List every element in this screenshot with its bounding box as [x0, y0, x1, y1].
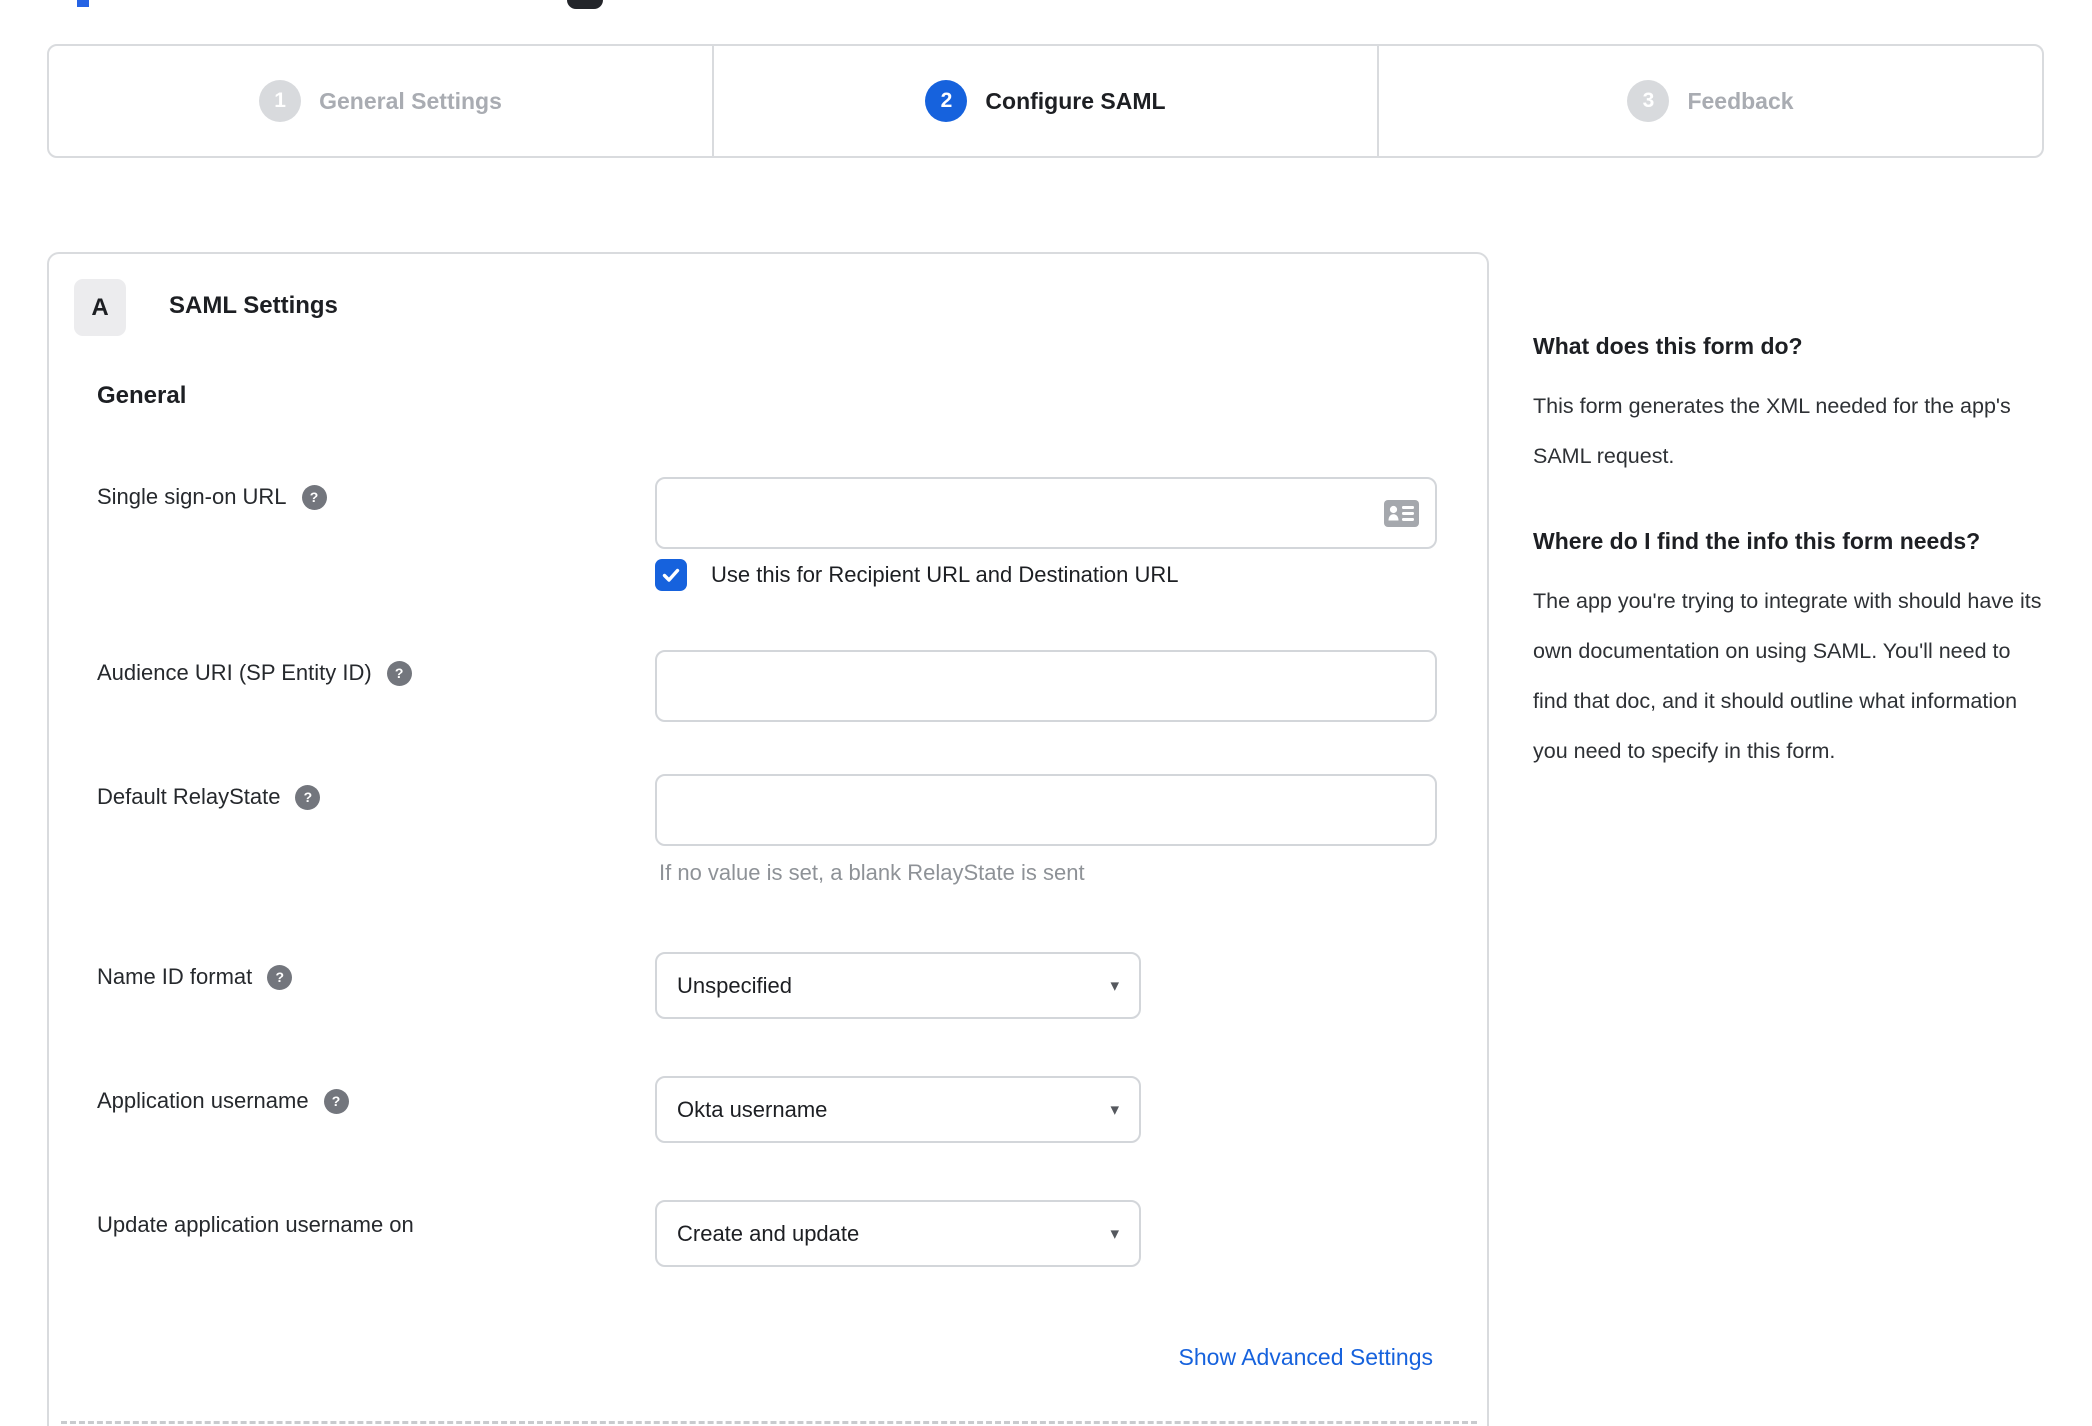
- update-username-label: Update application username on: [97, 1212, 414, 1237]
- sidebar-question-1: What does this form do?: [1533, 333, 1803, 359]
- name-id-format-label-row: Name ID format ?: [97, 964, 293, 990]
- saml-settings-panel: A SAML Settings General Single sign-on U…: [47, 252, 1489, 1426]
- audience-uri-label-row: Audience URI (SP Entity ID) ?: [97, 660, 412, 686]
- panel-title: SAML Settings: [169, 292, 338, 319]
- help-sidebar: What does this form do? This form genera…: [1533, 328, 2049, 776]
- step-number-badge: 1: [259, 80, 302, 122]
- help-icon[interactable]: ?: [267, 964, 293, 990]
- app-username-label: Application username: [97, 1088, 309, 1113]
- relaystate-label: Default RelayState: [97, 784, 281, 809]
- sso-url-input[interactable]: [655, 477, 1437, 549]
- cropped-header-fragment: [567, 0, 603, 9]
- step-number-badge: 2: [925, 80, 968, 122]
- step-general-settings[interactable]: 1 General Settings: [49, 46, 712, 156]
- contact-card-icon: [1384, 500, 1419, 527]
- step-feedback[interactable]: 3 Feedback: [1377, 46, 2042, 156]
- app-username-value: Okta username: [677, 1096, 828, 1122]
- step-label: Configure SAML: [985, 87, 1166, 114]
- update-username-select[interactable]: Create and update ▾: [655, 1200, 1141, 1267]
- audience-uri-input[interactable]: [655, 650, 1437, 722]
- section-divider: [61, 1421, 1477, 1424]
- checkmark-icon: [662, 568, 680, 582]
- recipient-destination-checkbox[interactable]: [655, 559, 687, 591]
- name-id-format-value: Unspecified: [677, 972, 792, 998]
- cropped-logo-fragment: [77, 0, 89, 7]
- sso-checkbox-row: Use this for Recipient URL and Destinati…: [655, 559, 1179, 591]
- relaystate-label-row: Default RelayState ?: [97, 784, 321, 810]
- step-configure-saml[interactable]: 2 Configure SAML: [712, 46, 1377, 156]
- help-icon[interactable]: ?: [323, 1088, 349, 1114]
- chevron-down-icon: ▾: [1110, 1099, 1119, 1119]
- step-label: General Settings: [319, 87, 502, 114]
- relaystate-input[interactable]: [655, 774, 1437, 846]
- chevron-down-icon: ▾: [1110, 975, 1119, 995]
- general-section-title: General: [97, 382, 187, 409]
- sso-url-input-wrap: [655, 477, 1437, 549]
- sidebar-answer-1: This form generates the XML needed for t…: [1533, 393, 2011, 468]
- update-username-label-row: Update application username on: [97, 1212, 414, 1238]
- recipient-destination-checkbox-label: Use this for Recipient URL and Destinati…: [711, 562, 1179, 587]
- app-username-select[interactable]: Okta username ▾: [655, 1076, 1141, 1143]
- app-username-label-row: Application username ?: [97, 1088, 349, 1114]
- name-id-format-select[interactable]: Unspecified ▾: [655, 952, 1141, 1019]
- wizard-stepper: 1 General Settings 2 Configure SAML 3 Fe…: [47, 44, 2044, 158]
- help-icon[interactable]: ?: [386, 660, 412, 686]
- help-icon[interactable]: ?: [301, 484, 327, 510]
- name-id-format-label: Name ID format: [97, 964, 253, 989]
- sidebar-answer-2: The app you're trying to integrate with …: [1533, 588, 2042, 763]
- configure-saml-page: 1 General Settings 2 Configure SAML 3 Fe…: [0, 0, 2092, 1426]
- step-label: Feedback: [1687, 87, 1794, 114]
- show-advanced-settings-link[interactable]: Show Advanced Settings: [1179, 1344, 1433, 1371]
- chevron-down-icon: ▾: [1110, 1223, 1119, 1243]
- update-username-value: Create and update: [677, 1220, 860, 1246]
- section-a-badge: A: [74, 279, 126, 336]
- sso-url-label: Single sign-on URL: [97, 484, 287, 509]
- sso-url-label-row: Single sign-on URL ?: [97, 484, 327, 510]
- relaystate-help-text: If no value is set, a blank RelayState i…: [659, 860, 1085, 885]
- audience-uri-label: Audience URI (SP Entity ID): [97, 660, 372, 685]
- help-icon[interactable]: ?: [295, 784, 321, 810]
- step-number-badge: 3: [1627, 80, 1670, 122]
- sidebar-question-2: Where do I find the info this form needs…: [1533, 527, 1981, 554]
